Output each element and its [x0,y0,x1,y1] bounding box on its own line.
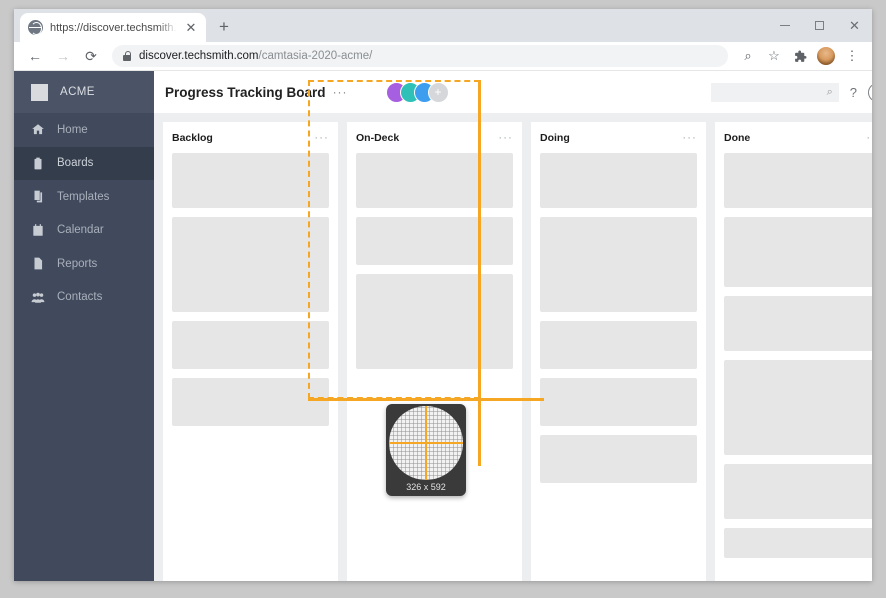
header-actions: ⌕ ? [711,83,872,102]
board-card[interactable] [724,528,872,558]
home-icon [31,122,45,137]
board-card[interactable] [172,321,329,369]
board-card[interactable] [724,153,872,208]
search-icon: ⌕ [827,86,833,99]
calendar-icon [31,223,45,238]
browser-tab[interactable]: https://discover.techsmith.com/c ✕ [20,13,206,42]
sidebar-item-boards[interactable]: Boards [14,147,154,181]
board-card[interactable] [172,217,329,312]
url-path: /camtasia-2020-acme/ [259,50,373,62]
search-input[interactable]: ⌕ [711,83,839,102]
web-page: ACME Home Boards Templates [14,71,872,581]
new-tab-button[interactable]: + [214,17,234,37]
clipboard-icon [31,156,45,171]
column-menu-icon[interactable]: ··· [682,132,697,144]
board-card[interactable] [724,360,872,455]
search-icon[interactable]: ⌕ [736,44,760,68]
column-title: Doing [540,132,570,144]
sidebar-item-calendar[interactable]: Calendar [14,214,154,248]
board-card[interactable] [540,378,697,426]
tab-title: https://discover.techsmith.com/c [50,22,177,34]
member-avatars: + [386,82,449,103]
column-title: On-Deck [356,132,399,144]
board-card[interactable] [172,153,329,208]
board-options-menu[interactable]: ··· [333,85,348,99]
column-header: Backlog ··· [172,132,329,144]
url-host: discover.techsmith.com [139,50,259,62]
sidebar-item-label: Home [57,124,88,136]
maximize-button[interactable] [802,9,837,42]
browser-menu-icon[interactable]: ⋮ [840,44,864,68]
column-menu-icon[interactable]: ··· [498,132,513,144]
sidebar-item-templates[interactable]: Templates [14,180,154,214]
board-header: Progress Tracking Board ··· + ⌕ ? [154,71,872,113]
sidebar-item-label: Boards [57,157,93,169]
board-card[interactable] [724,296,872,351]
brand[interactable]: ACME [14,71,154,113]
column-header: Doing ··· [540,132,697,144]
board-column-on-deck: On-Deck ··· [347,122,522,581]
reload-icon[interactable]: ⟳ [78,44,104,68]
sidebar-item-label: Calendar [57,224,104,236]
brand-name: ACME [60,86,95,98]
board-column-backlog: Backlog ··· [163,122,338,581]
board-card[interactable] [172,378,329,426]
address-bar[interactable]: discover.techsmith.com/camtasia-2020-acm… [112,45,728,67]
globe-icon [28,20,43,35]
board-card[interactable] [540,217,697,312]
user-avatar[interactable] [868,83,872,102]
document-icon [31,256,45,271]
forward-icon[interactable]: → [50,44,76,68]
board-card[interactable] [724,217,872,287]
column-title: Backlog [172,132,213,144]
extensions-puzzle-icon[interactable] [788,44,812,68]
column-menu-icon[interactable]: ··· [866,132,872,144]
board-card[interactable] [540,435,697,483]
column-header: On-Deck ··· [356,132,513,144]
board-card[interactable] [724,464,872,519]
copy-icon [31,189,45,204]
board-card[interactable] [356,274,513,369]
url-text: discover.techsmith.com/camtasia-2020-acm… [139,50,372,62]
column-menu-icon[interactable]: ··· [314,132,329,144]
browser-toolbar: ← → ⟳ discover.techsmith.com/camtasia-20… [14,42,872,71]
chrome-profile-avatar[interactable] [817,47,835,65]
sidebar-item-reports[interactable]: Reports [14,247,154,281]
lock-icon [123,51,131,61]
browser-window: https://discover.techsmith.com/c ✕ + ✕ ←… [14,9,872,581]
sidebar-item-home[interactable]: Home [14,113,154,147]
column-header: Done ··· [724,132,872,144]
close-icon[interactable]: ✕ [184,21,198,34]
board-columns: Backlog ··· On-Deck ··· [154,113,872,581]
help-icon[interactable]: ? [850,85,857,100]
minimize-button[interactable] [767,9,802,42]
sidebar-item-label: Templates [57,191,109,203]
board-area: Progress Tracking Board ··· + ⌕ ? [154,71,872,581]
board-card[interactable] [540,153,697,208]
sidebar-item-contacts[interactable]: Contacts [14,281,154,315]
brand-logo-icon [31,84,48,101]
board-column-doing: Doing ··· [531,122,706,581]
board-card[interactable] [356,153,513,208]
sidebar-item-label: Contacts [57,291,102,303]
page-title: Progress Tracking Board [165,85,326,100]
board-card[interactable] [356,217,513,265]
close-window-button[interactable]: ✕ [837,9,872,42]
bookmark-star-icon[interactable]: ☆ [762,44,786,68]
people-icon [31,290,45,305]
app-sidebar: ACME Home Boards Templates [14,71,154,581]
board-card[interactable] [540,321,697,369]
sidebar-item-label: Reports [57,258,97,270]
window-controls: ✕ [767,9,872,42]
back-icon[interactable]: ← [22,44,48,68]
tab-strip: https://discover.techsmith.com/c ✕ + ✕ [14,9,872,42]
column-title: Done [724,132,750,144]
board-column-done: Done ··· [715,122,872,581]
add-member-button[interactable]: + [428,82,449,103]
